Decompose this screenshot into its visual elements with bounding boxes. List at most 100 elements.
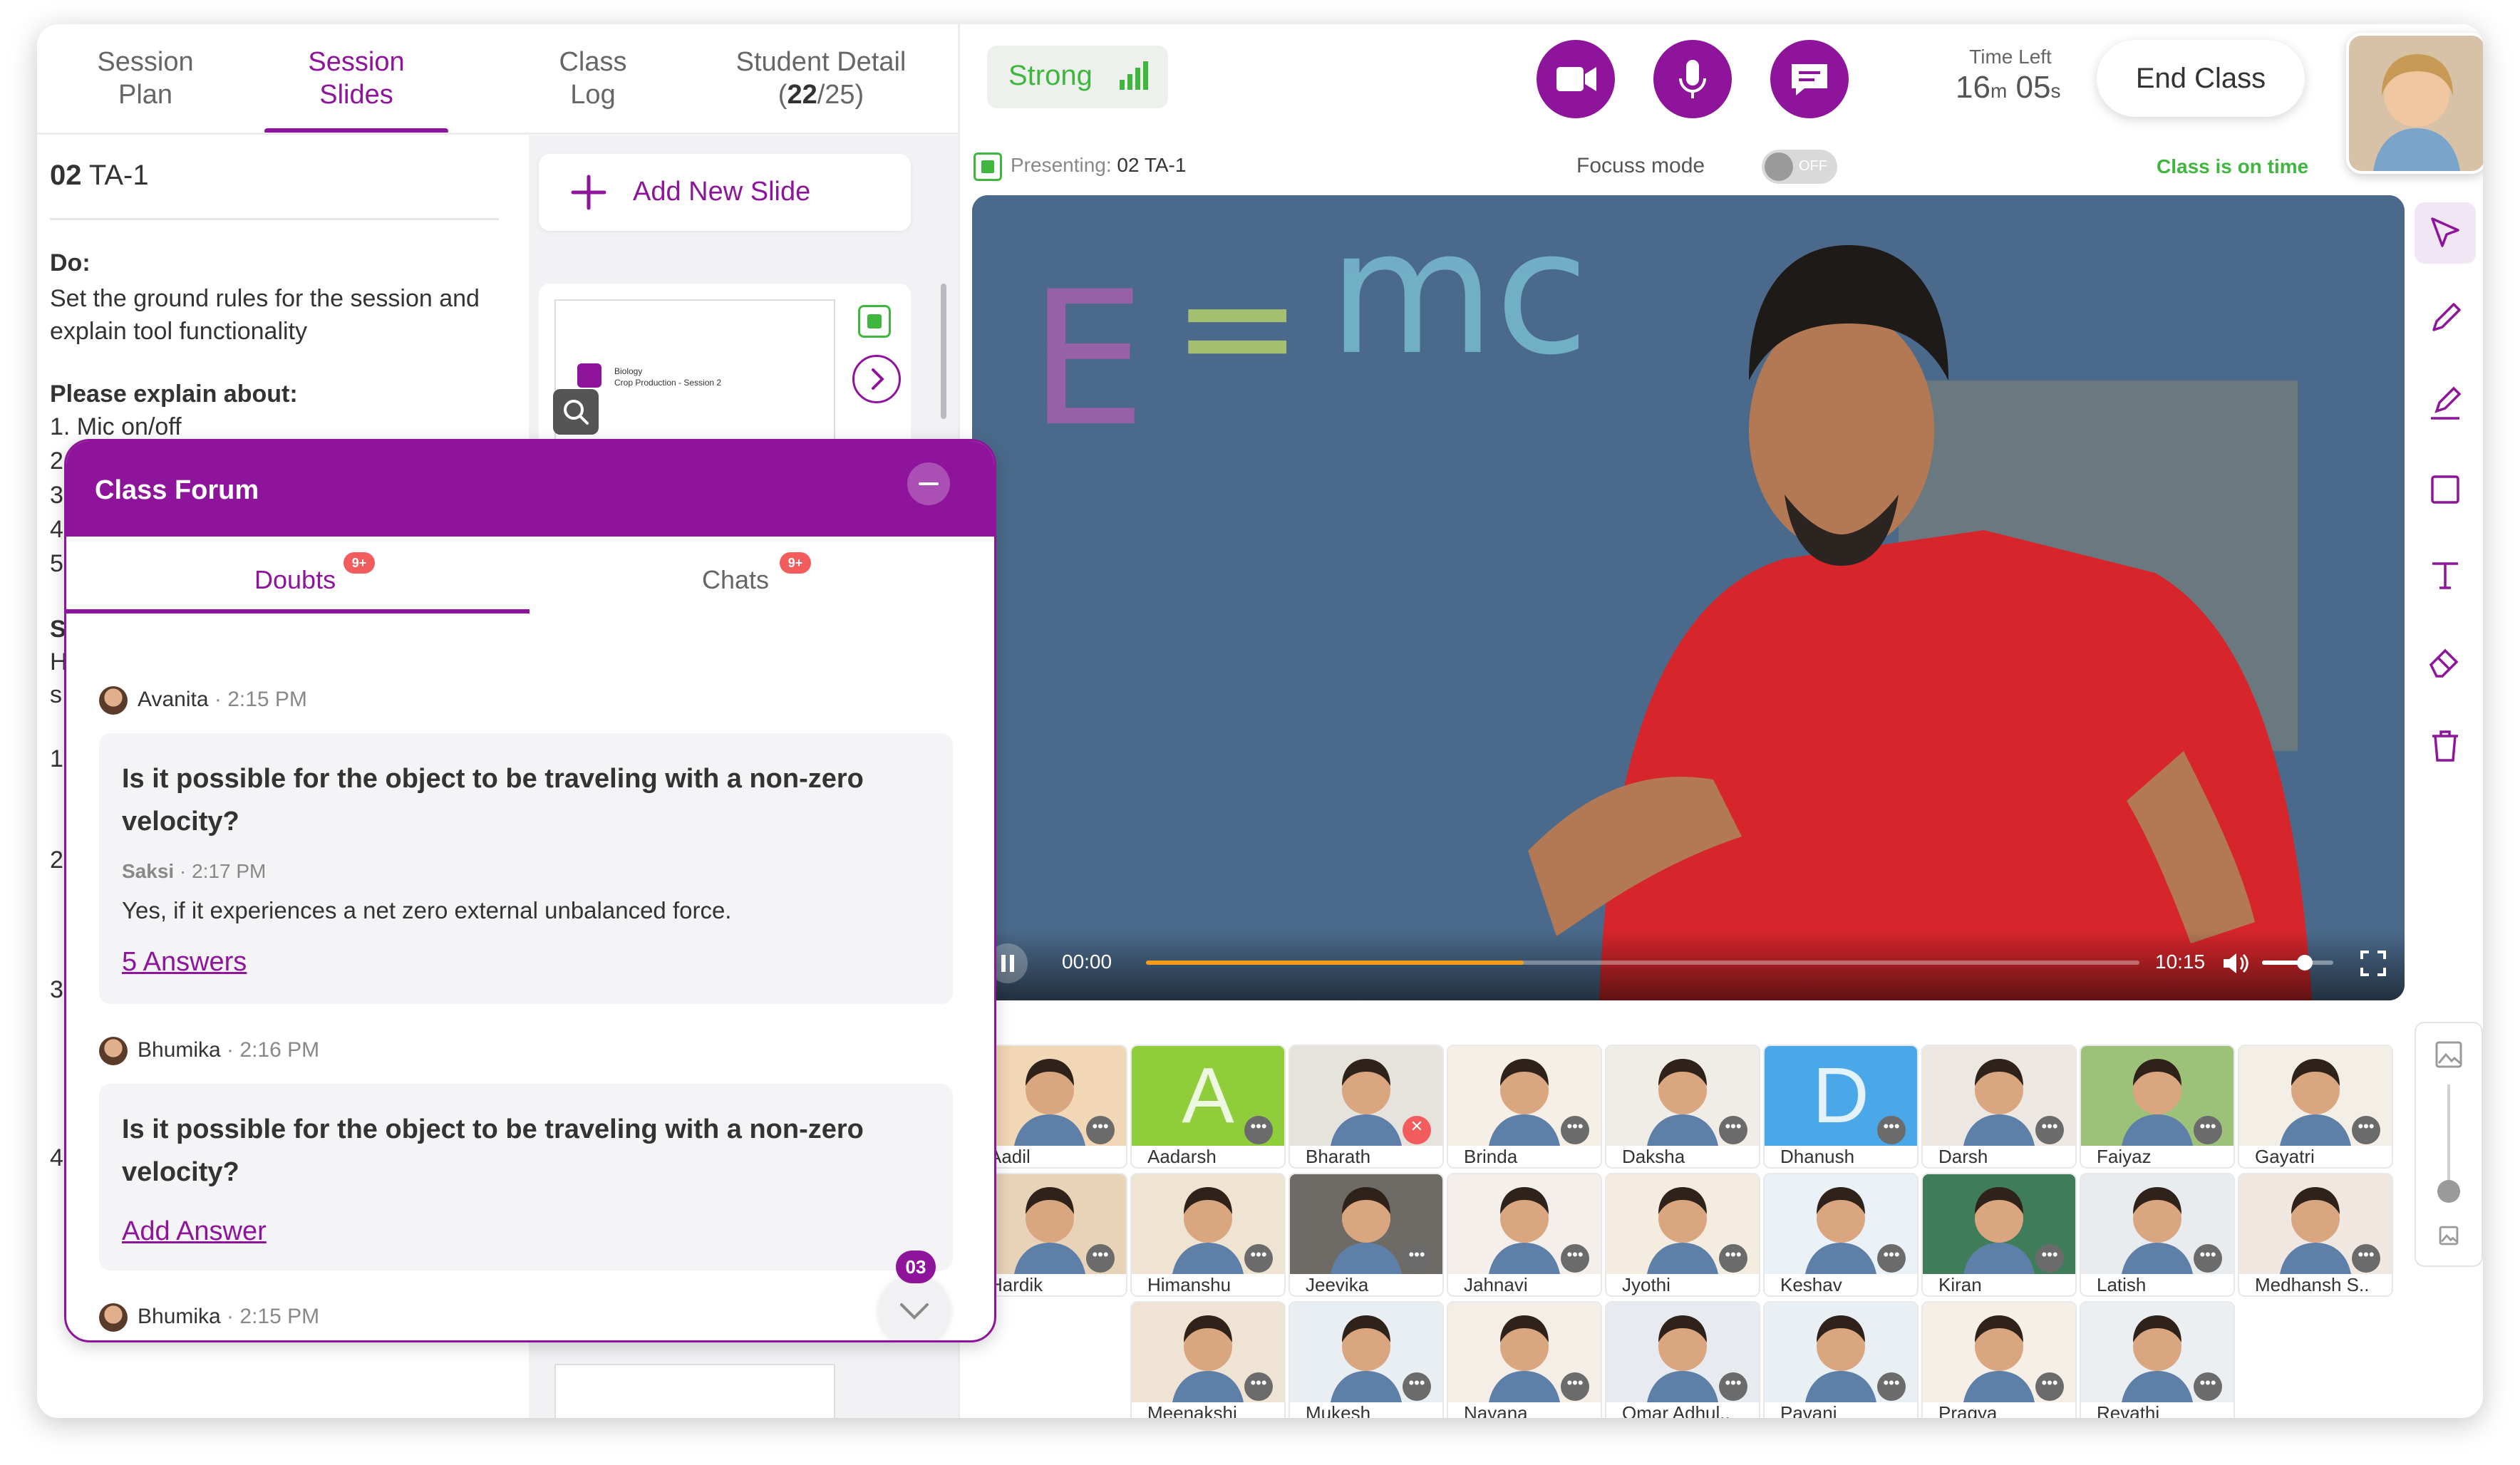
more-options-icon[interactable]: ••• — [1086, 1116, 1115, 1144]
student-tile[interactable]: Omar Adhul.. ••• — [1605, 1301, 1760, 1418]
student-tile[interactable]: Pavani ••• — [1763, 1301, 1919, 1418]
more-options-icon[interactable]: ••• — [2194, 1372, 2222, 1401]
student-tile[interactable]: Jeevika ••• — [1289, 1173, 1444, 1297]
scroll-down-button[interactable] — [879, 1275, 950, 1340]
chat-button[interactable] — [1770, 40, 1849, 118]
volume-knob[interactable] — [2297, 955, 2313, 970]
highlighter-tool[interactable] — [2415, 373, 2476, 435]
student-tile[interactable]: Mukesh ••• — [1289, 1301, 1444, 1418]
mic-muted-icon[interactable]: ✕ — [1403, 1116, 1431, 1144]
more-options-icon[interactable]: ••• — [1719, 1244, 1747, 1273]
student-tile[interactable]: Darsh ••• — [1921, 1045, 2077, 1169]
more-options-icon[interactable]: ••• — [2352, 1116, 2380, 1144]
more-options-icon[interactable]: ••• — [1719, 1116, 1747, 1144]
more-options-icon[interactable]: ••• — [1244, 1244, 1273, 1273]
doubt-card[interactable]: Is it possible for the object to be trav… — [99, 733, 953, 1004]
slides-scrollbar[interactable] — [941, 284, 946, 419]
trash-icon — [2432, 730, 2458, 762]
student-tile[interactable]: Pragya ••• — [1921, 1301, 2077, 1418]
fullscreen-icon[interactable] — [2359, 949, 2387, 978]
tab-session-slides[interactable]: Session Slides — [278, 46, 435, 111]
delete-tool[interactable] — [2415, 715, 2476, 777]
focus-mode-toggle[interactable]: OFF — [1762, 150, 1837, 184]
answers-link[interactable]: 5 Answers — [122, 947, 247, 978]
more-options-icon[interactable]: ••• — [1561, 1116, 1589, 1144]
video-player[interactable]: E = mc 00:00 10:15 — [972, 195, 2405, 1000]
square-icon — [2431, 475, 2459, 504]
more-options-icon[interactable]: ••• — [1403, 1372, 1431, 1401]
more-options-icon[interactable]: ••• — [1719, 1372, 1747, 1401]
video-progress-fill — [1146, 961, 1524, 965]
student-tile[interactable]: Jahnavi ••• — [1447, 1173, 1602, 1297]
student-tile[interactable]: Brinda ••• — [1447, 1045, 1602, 1169]
student-tile[interactable]: Bharath ✕ — [1289, 1045, 1444, 1169]
microphone-button[interactable] — [1653, 40, 1732, 118]
student-tile[interactable]: Jyothi ••• — [1605, 1173, 1760, 1297]
present-indicator-icon[interactable] — [858, 305, 891, 338]
student-tile[interactable]: Gayatri ••• — [2238, 1045, 2393, 1169]
more-options-icon[interactable]: ••• — [1244, 1116, 1273, 1144]
student-tile[interactable]: Himanshu ••• — [1130, 1173, 1286, 1297]
student-tile[interactable]: Revathi ••• — [2080, 1301, 2235, 1418]
tab-chats[interactable]: Chats 9+ — [530, 537, 994, 615]
volume-icon[interactable] — [2219, 948, 2251, 979]
add-answer-link[interactable]: Add Answer — [122, 1216, 267, 1247]
plan-item: 1. Mic on/off — [50, 413, 182, 440]
tab-session-plan[interactable]: Session Plan — [74, 46, 217, 111]
more-options-icon[interactable]: ••• — [1877, 1116, 1906, 1144]
zoom-button[interactable] — [553, 389, 599, 435]
doubt-card[interactable]: Is it possible for the object to be trav… — [99, 1084, 953, 1270]
student-tile[interactable]: Medhansh S.. ••• — [2238, 1173, 2393, 1297]
more-options-icon[interactable]: ••• — [1561, 1372, 1589, 1401]
select-tool[interactable] — [2415, 202, 2476, 264]
student-tile[interactable]: Daksha ••• — [1605, 1045, 1760, 1169]
shape-tool[interactable] — [2415, 459, 2476, 520]
class-forum-panel: Class Forum Doubts 9+ Chats 9+ Avanita ·… — [64, 439, 996, 1342]
more-options-icon[interactable]: ••• — [2035, 1372, 2064, 1401]
more-options-icon[interactable]: ••• — [1877, 1244, 1906, 1273]
end-class-button[interactable]: End Class — [2097, 40, 2305, 117]
tile-size-slider[interactable] — [2415, 1022, 2483, 1267]
student-tile[interactable]: Keshav ••• — [1763, 1173, 1919, 1297]
more-options-icon[interactable]: ••• — [2035, 1116, 2064, 1144]
pencil-tool[interactable] — [2415, 288, 2476, 349]
unread-count-badge: 03 — [896, 1251, 936, 1283]
more-options-icon[interactable]: ••• — [1403, 1244, 1431, 1273]
video-current-time: 00:00 — [1062, 951, 1112, 973]
camera-button[interactable] — [1537, 40, 1615, 118]
next-slide-button[interactable] — [852, 355, 901, 403]
more-options-icon[interactable]: ••• — [2352, 1244, 2380, 1273]
tab-class-log[interactable]: Class Log — [522, 46, 664, 111]
student-tile[interactable]: Kiran ••• — [1921, 1173, 2077, 1297]
slide-thumbnail[interactable] — [554, 1364, 835, 1418]
video-progress-track[interactable] — [1146, 961, 2139, 965]
student-tile[interactable]: Meenakshi ••• — [1130, 1301, 1286, 1418]
more-options-icon[interactable]: ••• — [1244, 1372, 1273, 1401]
student-tile[interactable]: D Dhanush ••• — [1763, 1045, 1919, 1169]
tab-doubts[interactable]: Doubts 9+ — [66, 537, 530, 615]
volume-slider[interactable] — [2262, 955, 2333, 970]
add-new-slide-button[interactable]: Add New Slide — [539, 154, 911, 231]
more-options-icon[interactable]: ••• — [2035, 1244, 2064, 1273]
student-tile[interactable]: Nayana ••• — [1447, 1301, 1602, 1418]
more-options-icon[interactable]: ••• — [1561, 1244, 1589, 1273]
teacher-avatar[interactable] — [2346, 33, 2483, 174]
tab-student-detail[interactable]: Student Detail (22/25) — [707, 46, 935, 111]
more-options-icon[interactable]: ••• — [1877, 1372, 1906, 1401]
more-options-icon[interactable]: ••• — [1086, 1244, 1115, 1273]
forum-title: Class Forum — [95, 475, 259, 505]
slider-knob[interactable] — [2437, 1180, 2460, 1203]
more-options-icon[interactable]: ••• — [2194, 1116, 2222, 1144]
text-tool[interactable] — [2415, 544, 2476, 606]
student-tile[interactable]: Faiyaz ••• — [2080, 1045, 2235, 1169]
doubt-question: Is it possible for the object to be trav… — [122, 764, 864, 837]
plan-heading: 02 TA-1 — [50, 160, 149, 191]
student-tile[interactable]: A Aadarsh ••• — [1130, 1045, 1286, 1169]
minimize-button[interactable] — [907, 462, 950, 505]
tab-label: Log — [570, 80, 616, 110]
image-small-icon — [2439, 1226, 2459, 1246]
student-tile[interactable]: Latish ••• — [2080, 1173, 2235, 1297]
more-options-icon[interactable]: ••• — [2194, 1244, 2222, 1273]
student-name: Daksha — [1622, 1146, 1685, 1167]
eraser-tool[interactable] — [2415, 630, 2476, 691]
